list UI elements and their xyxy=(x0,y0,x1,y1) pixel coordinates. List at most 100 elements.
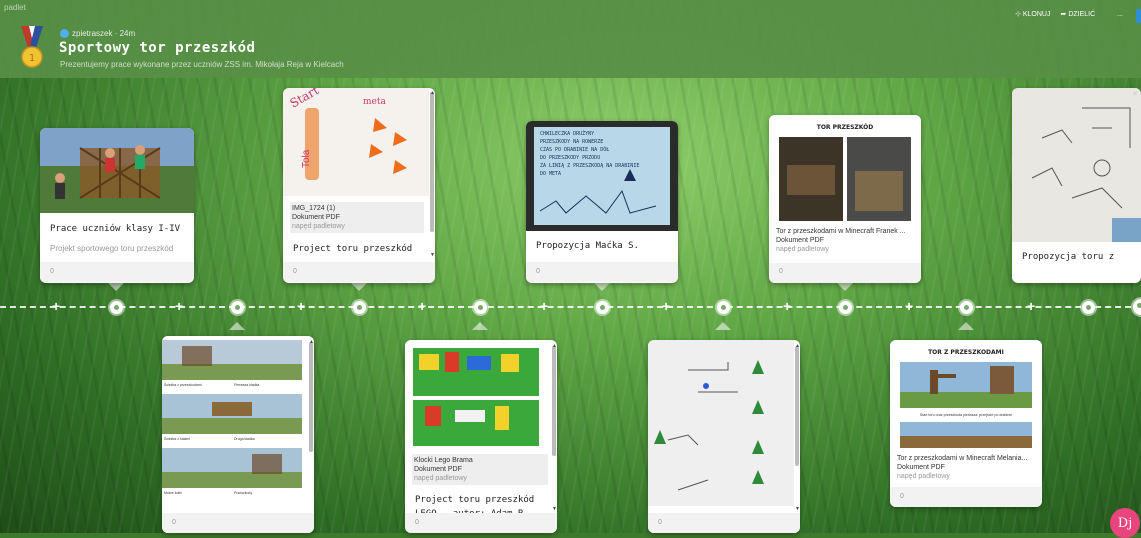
scroll-up-icon[interactable]: ▲ xyxy=(552,343,557,349)
user-avatar-button[interactable]: Dj xyxy=(1110,508,1140,538)
card-scrollbar[interactable] xyxy=(795,346,799,466)
card-image: TOR PRZESZKÓD xyxy=(769,115,921,227)
add-post-icon[interactable]: + xyxy=(297,298,305,314)
post-card[interactable]: TOR Z PRZESZKODAMI Start toru oraz przes… xyxy=(890,340,1042,507)
add-post-icon[interactable]: + xyxy=(1027,298,1035,314)
card-image: CHWILECZKA DRUŻYNY PRZESZKODY NA ROWERZE… xyxy=(526,121,678,231)
add-post-icon[interactable]: + xyxy=(540,298,548,314)
post-card[interactable]: Propozycja toru z ✕ xyxy=(1012,88,1141,283)
card-pointer xyxy=(108,283,124,291)
document-info[interactable]: Tor z przeszkodami w Minecraft Melania..… xyxy=(897,454,1037,481)
document-type: Dokument PDF xyxy=(414,466,462,473)
post-card[interactable]: Prace uczniów klasy I-IV Projekt sportow… xyxy=(40,128,194,283)
comment-count[interactable]: 0 xyxy=(658,519,662,526)
card-image: Ścieżka z przeszkodami Pierwsza kładka Ś… xyxy=(162,336,308,508)
scroll-down-icon[interactable]: ▼ xyxy=(430,252,435,258)
timeline-node[interactable] xyxy=(960,301,973,314)
card-scrollbar[interactable] xyxy=(430,92,434,232)
document-name: Tor z przeszkodami w Minecraft Franek ..… xyxy=(776,228,906,235)
sidebar-toggle[interactable] xyxy=(1136,9,1141,23)
image-heading: TOR PRZESZKÓD xyxy=(817,124,874,131)
card-description: Projekt sportowego toru przeszkód xyxy=(50,244,174,253)
medal-icon: 1 xyxy=(21,26,43,68)
scroll-up-icon[interactable]: ▲ xyxy=(430,90,435,96)
add-post-icon[interactable]: + xyxy=(52,298,60,314)
svg-text:Tola: Tola xyxy=(301,149,312,168)
author-avatar[interactable] xyxy=(60,29,69,38)
image-caption: Ścieżka z kołami xyxy=(164,436,190,441)
clone-button[interactable]: ⊹ KLONUJ xyxy=(1015,10,1050,18)
post-card[interactable]: CHWILECZKA DRUŻYNY PRZESZKODY NA ROWERZE… xyxy=(526,121,678,283)
page-title: Sportowy tor przeszkód xyxy=(59,40,256,56)
card-scrollbar[interactable] xyxy=(309,342,313,452)
document-name: Tor z przeszkodami w Minecraft Melania..… xyxy=(897,455,1028,462)
comment-count[interactable]: 0 xyxy=(536,268,540,275)
card-image xyxy=(648,340,794,506)
add-post-icon[interactable]: + xyxy=(175,298,183,314)
document-type: Dokument PDF xyxy=(776,237,824,244)
document-info[interactable]: IMG_1724 (1) Dokument PDF napęd padletow… xyxy=(290,202,424,233)
svg-text:meta: meta xyxy=(363,97,386,107)
document-name: Klocki Lego Brama xyxy=(414,457,473,464)
page-subtitle: Prezentujemy prace wykonane przez ucznió… xyxy=(60,60,344,69)
image-caption: Druga kładka xyxy=(234,437,255,441)
comment-count[interactable]: 0 xyxy=(900,493,904,500)
document-info[interactable]: Tor z przeszkodami w Minecraft Franek ..… xyxy=(776,227,916,254)
scroll-up-icon[interactable]: ▲ xyxy=(309,339,314,345)
timeline-node[interactable] xyxy=(110,301,123,314)
timeline-node[interactable] xyxy=(353,301,366,314)
image-caption: Przeszkody xyxy=(234,491,252,495)
close-icon[interactable]: ✕ xyxy=(1132,90,1138,98)
comment-count[interactable]: 0 xyxy=(172,519,176,526)
add-post-icon[interactable]: + xyxy=(662,298,670,314)
post-card[interactable]: ▲ ▼ Klocki Lego Brama Dokument PDF napęd… xyxy=(405,340,557,533)
card-pointer xyxy=(472,322,488,330)
comment-count[interactable]: 0 xyxy=(50,268,54,275)
share-button[interactable]: ➦ DZIELIĆ xyxy=(1061,10,1096,18)
timeline-node[interactable] xyxy=(839,301,852,314)
card-scrollbar[interactable] xyxy=(552,346,556,456)
author-name[interactable]: zpietraszek xyxy=(72,29,112,38)
scroll-down-icon[interactable]: ▼ xyxy=(795,506,800,512)
card-pointer xyxy=(594,283,610,291)
svg-text:1: 1 xyxy=(29,53,35,64)
header-actions: ⊹ KLONUJ ➦ DZIELIĆ ... xyxy=(1015,10,1123,19)
add-post-icon[interactable]: + xyxy=(905,298,913,314)
timeline-node[interactable] xyxy=(717,301,730,314)
document-type: Dokument PDF xyxy=(292,214,340,221)
add-post-icon[interactable]: + xyxy=(783,298,791,314)
timeline-node[interactable] xyxy=(474,301,487,314)
author-row: zpietraszek · 24m xyxy=(60,29,135,38)
document-source: napęd padletowy xyxy=(776,246,829,253)
more-icon[interactable]: ... xyxy=(1117,11,1123,18)
card-image: Start Tola meta xyxy=(283,88,429,196)
add-post-icon[interactable]: + xyxy=(418,298,426,314)
scroll-down-icon[interactable]: ▼ xyxy=(552,506,557,512)
comment-count[interactable]: 0 xyxy=(415,519,419,526)
sketch-line: DO META xyxy=(540,171,561,177)
document-info[interactable]: Klocki Lego Brama Dokument PDF napęd pad… xyxy=(412,454,548,485)
sketch-line: CHWILECZKA DRUŻYNY xyxy=(540,130,594,137)
card-footer xyxy=(890,487,1042,507)
post-time: 24m xyxy=(119,29,136,38)
card-title: Propozycja toru z xyxy=(1022,252,1115,262)
card-title: Project toru przeszkód xyxy=(415,495,535,505)
scroll-up-icon[interactable]: ▲ xyxy=(795,343,800,349)
timeline-node[interactable] xyxy=(231,301,244,314)
document-source: napęd padletowy xyxy=(897,473,950,480)
post-card[interactable]: Start Tola meta ▲ ▼ IMG_1724 (1) Dokumen… xyxy=(283,88,435,283)
timeline-node[interactable] xyxy=(596,301,609,314)
card-pointer xyxy=(229,322,245,330)
card-title: Propozycja Maćka S. xyxy=(536,241,639,251)
card-footer xyxy=(283,262,435,282)
comment-count[interactable]: 0 xyxy=(779,268,783,275)
post-card[interactable]: Ścieżka z przeszkodami Pierwsza kładka Ś… xyxy=(162,336,314,533)
card-footer xyxy=(648,513,800,533)
timeline-node[interactable] xyxy=(1082,301,1095,314)
post-card[interactable]: ▲ ▼ 0 xyxy=(648,340,800,533)
post-card[interactable]: TOR PRZESZKÓD Tor z przeszkodami w Minec… xyxy=(769,115,921,283)
card-footer xyxy=(526,262,678,282)
card-pointer xyxy=(351,283,367,291)
comment-count[interactable]: 0 xyxy=(293,268,297,275)
image-caption: Ścieżka z przeszkodami xyxy=(164,382,202,387)
